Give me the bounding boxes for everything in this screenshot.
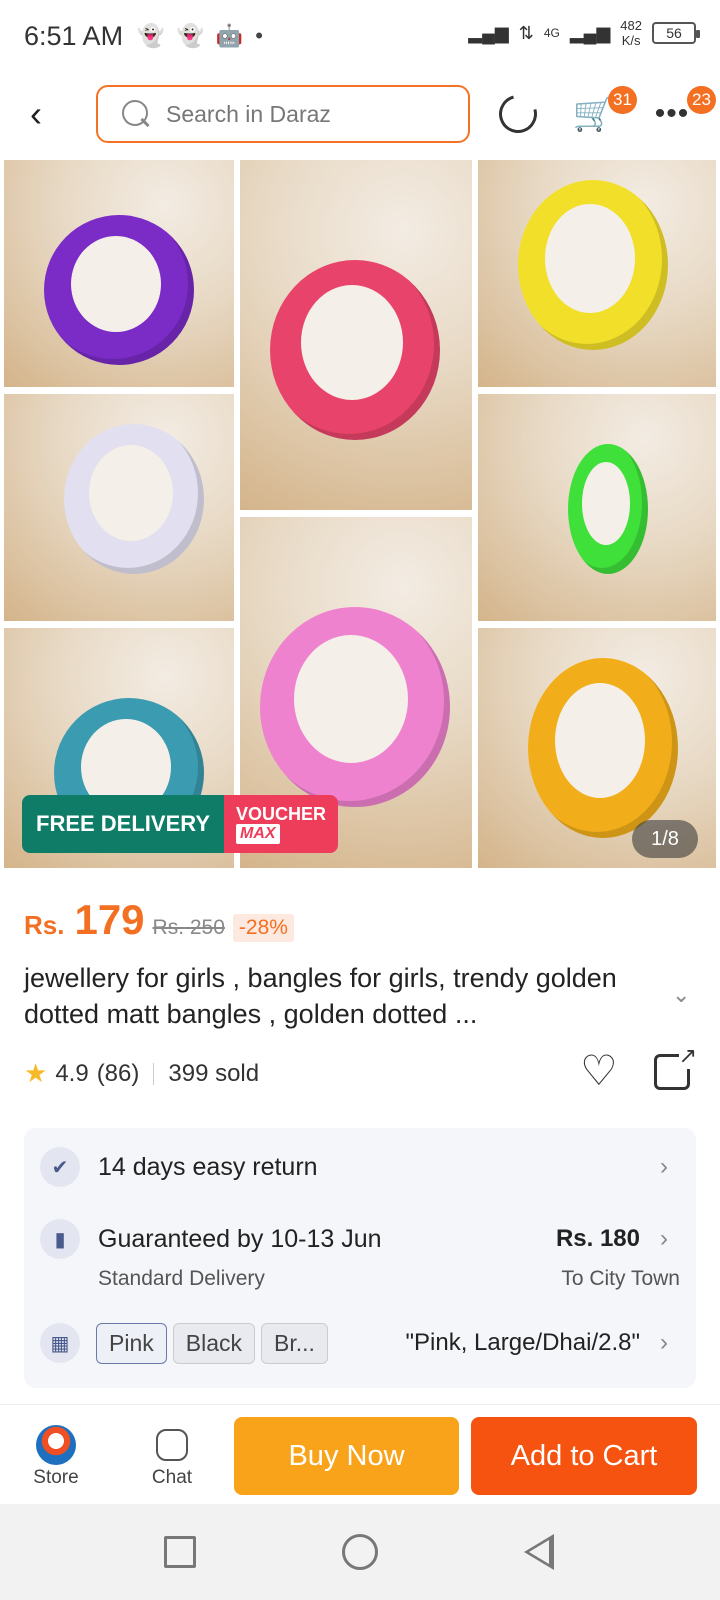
chevron-right-icon: › [660, 1153, 668, 1180]
selected-variant: "Pink, Large/Dhai/2.8" [405, 1329, 640, 1356]
gift-icon: ▮ [40, 1219, 80, 1259]
android-icon: 🤖 [215, 23, 244, 48]
network-label: 4G [543, 26, 560, 40]
buy-now-button[interactable]: Buy Now [234, 1417, 459, 1495]
bangle-image [270, 260, 440, 440]
recents-button[interactable] [164, 1536, 196, 1568]
chevron-left-icon: ‹ [30, 93, 42, 134]
bangle-image [64, 424, 204, 574]
search-placeholder: Search in Daraz [166, 100, 331, 127]
gallery-tile-purple[interactable] [4, 160, 234, 387]
discount-badge: -28% [232, 914, 294, 942]
back-nav-button[interactable] [524, 1534, 554, 1570]
chat-button[interactable]: Chat [132, 1425, 212, 1489]
bangle-image [568, 444, 648, 574]
status-bar: 6:51 AM 👻 👻 🤖 • ▂▄▆ ⇅ 4G ▂▄▆ 482 K/s 56 [0, 0, 720, 72]
promo-badge: FREE DELIVERY VOUCHER MAX [22, 795, 339, 853]
variant-chip-more[interactable]: Br... [261, 1322, 328, 1364]
sold-count: 399 sold [168, 1059, 260, 1087]
delivery-sub-row: Standard Delivery To City Town [40, 1264, 680, 1294]
delivery-guarantee-text: Guaranteed by 10-13 Jun [98, 1224, 382, 1253]
back-button[interactable]: ‹ [30, 94, 66, 134]
return-policy-text: 14 days easy return [98, 1152, 318, 1181]
notification-icons: 👻 👻 🤖 • [137, 23, 263, 49]
variant-chips: Pink Black Br... [96, 1322, 334, 1364]
chevron-right-icon: › [660, 1329, 668, 1356]
more-icon: ••• [654, 97, 690, 130]
home-button[interactable] [342, 1534, 378, 1570]
bangle-hole [545, 203, 635, 313]
product-image-gallery[interactable] [0, 158, 720, 874]
add-to-cart-button[interactable]: Add to Cart [471, 1417, 697, 1495]
bangle-hole [582, 462, 631, 546]
chevron-down-icon[interactable]: ⌄ [672, 982, 690, 1008]
rating-count: (86) [96, 1059, 140, 1087]
battery-icon: 56 [652, 22, 700, 44]
bangle-hole [294, 635, 409, 763]
grid-icon: ▦ [40, 1323, 80, 1363]
gallery-tile-green[interactable] [478, 394, 716, 621]
star-icon: ★ [24, 1058, 48, 1088]
variant-chip-pink[interactable]: Pink [96, 1322, 167, 1364]
heart-icon[interactable]: ♡ [580, 1050, 618, 1092]
net-speed: 482 K/s [620, 18, 642, 48]
status-right: ▂▄▆ ⇅ 4G ▂▄▆ 482 K/s 56 [468, 18, 700, 48]
data-arrows-icon: ⇅ [518, 22, 534, 43]
bangle-hole [89, 445, 174, 541]
search-input[interactable]: Search in Daraz [96, 85, 470, 143]
snapchat-icon: 👻 [137, 23, 165, 48]
divider [153, 1062, 155, 1085]
price-currency: Rs. [24, 910, 65, 940]
original-price: Rs. 250 [152, 916, 225, 939]
bangle-hole [300, 285, 403, 401]
rating-score: 4.9 [55, 1059, 89, 1087]
bangle-image [528, 658, 678, 838]
product-title[interactable]: jewellery for girls , bangles for girls,… [24, 960, 664, 1032]
rating-row[interactable]: ★ 4.9 (86) 399 sold [24, 1058, 259, 1089]
delivery-method: Standard Delivery [98, 1267, 265, 1290]
bangle-image [44, 215, 194, 365]
gallery-tile-white[interactable] [4, 394, 234, 621]
signal-icon-2: ▂▄▆ [569, 22, 611, 43]
price-value: 179 [74, 896, 145, 943]
voucher-label: VOUCHER MAX [224, 795, 339, 853]
share-icon[interactable] [654, 1043, 697, 1090]
shield-check-icon: ✔ [40, 1147, 80, 1187]
bottom-action-bar: Store Chat Buy Now Add to Cart [0, 1404, 720, 1504]
variant-chip-black[interactable]: Black [172, 1322, 255, 1364]
gallery-page-indicator: 1/8 [632, 820, 698, 858]
delivery-row[interactable]: ▮ Guaranteed by 10-13 Jun Rs. 180 › [40, 1214, 680, 1264]
free-delivery-label: FREE DELIVERY [22, 795, 224, 853]
bangle-hole [555, 683, 645, 799]
store-button[interactable]: Store [16, 1425, 96, 1489]
snapchat-icon: 👻 [176, 23, 204, 48]
chat-label: Chat [151, 1467, 193, 1488]
store-label: Store [33, 1467, 79, 1488]
bangle-image [518, 180, 668, 350]
android-navigation-bar [0, 1504, 720, 1600]
status-time: 6:51 AM [24, 20, 124, 51]
price-row: Rs. 179 Rs. 250 -28% [24, 896, 294, 944]
dot-icon: • [255, 23, 263, 48]
history-icon [492, 88, 544, 140]
more-badge: 23 [687, 86, 716, 114]
recent-history-button[interactable] [492, 88, 544, 140]
chat-icon [156, 1429, 188, 1461]
cart-badge: 31 [608, 86, 637, 114]
store-icon [36, 1425, 76, 1465]
gallery-tile-multicolor[interactable] [240, 160, 472, 510]
return-policy-row[interactable]: ✔ 14 days easy return › [40, 1142, 680, 1192]
gallery-tile-yellow[interactable] [478, 160, 716, 387]
delivery-price: Rs. 180 [555, 1225, 640, 1252]
signal-icon: ▂▄▆ [468, 22, 509, 43]
search-icon [120, 98, 152, 130]
chevron-right-icon: › [660, 1225, 668, 1252]
variant-row[interactable]: ▦ Pink Black Br... "Pink, Large/Dhai/2.8… [40, 1318, 680, 1368]
bangle-image [260, 607, 450, 807]
bangle-hole [71, 236, 161, 332]
delivery-location: To City Town [561, 1267, 680, 1290]
delivery-info-card: ✔ 14 days easy return › ▮ Guaranteed by … [24, 1128, 696, 1388]
